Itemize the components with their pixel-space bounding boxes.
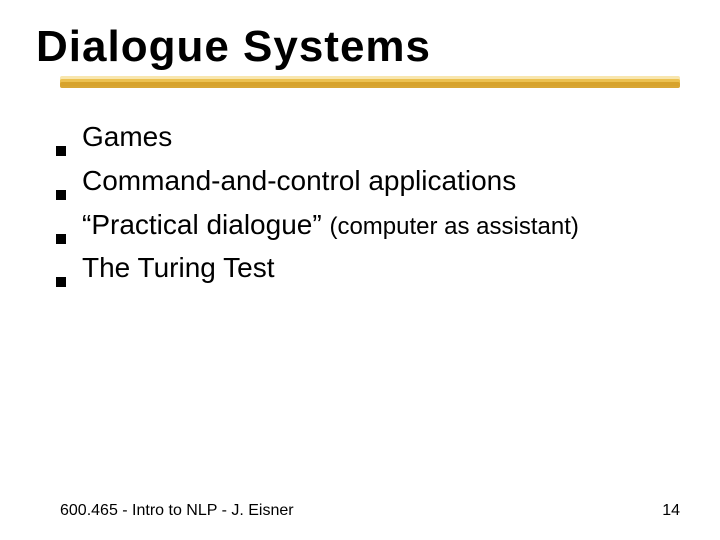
slide-title: Dialogue Systems (36, 22, 431, 72)
footer-course: 600.465 - Intro to NLP - J. Eisner (60, 502, 294, 520)
footer-page-number: 14 (662, 502, 680, 520)
list-item-text: Games (82, 118, 172, 156)
slide: Dialogue Systems Games Command-and-contr… (0, 0, 720, 540)
bullet-icon (56, 277, 66, 287)
list-item: The Turing Test (56, 249, 680, 287)
list-item-text: Command-and-control applications (82, 162, 516, 200)
list-item-text: “Practical dialogue” (computer as assist… (82, 206, 579, 244)
list-item-paren: (computer as assistant) (329, 213, 578, 240)
list-item-main: The Turing Test (82, 252, 274, 283)
list-item-main: Games (82, 121, 172, 152)
list-item: Games (56, 118, 680, 156)
bullet-icon (56, 190, 66, 200)
list-item-text: The Turing Test (82, 249, 274, 287)
bullet-icon (56, 234, 66, 244)
list-item-main: Command-and-control applications (82, 165, 516, 196)
underline-stroke (60, 82, 680, 88)
bullet-icon (56, 146, 66, 156)
list-item-main: “Practical dialogue” (82, 209, 329, 240)
bullet-list: Games Command-and-control applications “… (56, 118, 680, 293)
list-item: Command-and-control applications (56, 162, 680, 200)
title-underline (60, 76, 680, 90)
list-item: “Practical dialogue” (computer as assist… (56, 206, 680, 244)
